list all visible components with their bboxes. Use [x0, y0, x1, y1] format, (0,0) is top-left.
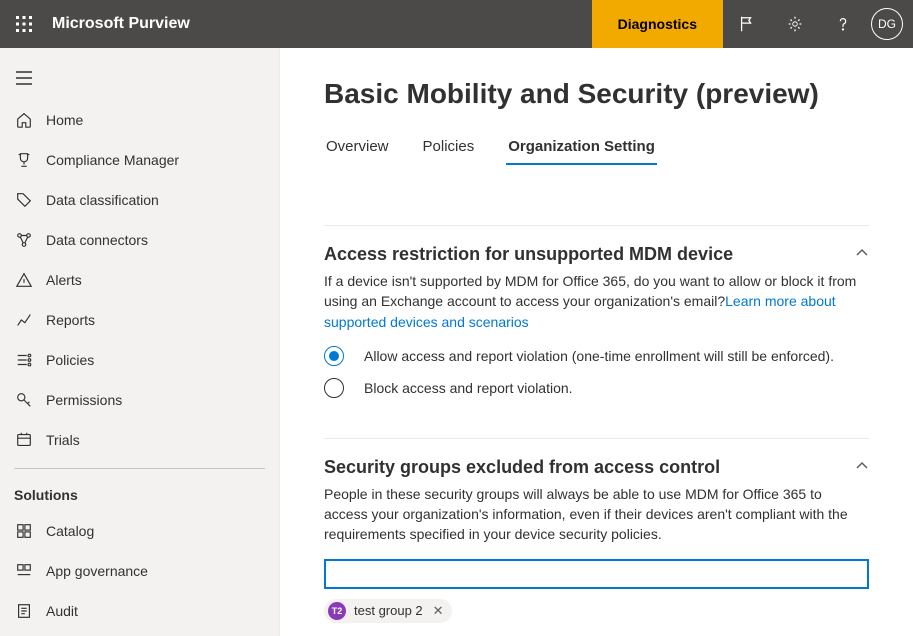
group-search-input[interactable]	[324, 559, 869, 589]
brand-name: Microsoft Purview	[52, 15, 190, 33]
radio-button[interactable]	[324, 346, 344, 366]
gear-icon[interactable]	[771, 0, 819, 48]
page-title: Basic Mobility and Security (preview)	[324, 78, 869, 110]
selected-tags: T2 test group 2 ✕	[324, 599, 869, 623]
radio-option-block[interactable]: Block access and report violation.	[324, 378, 869, 398]
catalog-icon	[14, 521, 34, 541]
sidebar-item-app-governance[interactable]: App governance	[0, 551, 279, 591]
main-content: Basic Mobility and Security (preview) Ov…	[280, 48, 913, 636]
sidebar-item-label: App governance	[46, 563, 148, 579]
sidebar-item-data-connectors[interactable]: Data connectors	[0, 220, 279, 260]
sidebar-heading-solutions: Solutions	[0, 477, 279, 511]
key-icon	[14, 390, 34, 410]
tag-label: test group 2	[354, 603, 423, 618]
sidebar-item-label: Data connectors	[46, 232, 148, 248]
trials-icon	[14, 430, 34, 450]
sidebar-item-label: Alerts	[46, 272, 82, 288]
sidebar-item-label: Compliance Manager	[46, 152, 179, 168]
flag-icon[interactable]	[723, 0, 771, 48]
chevron-up-icon[interactable]	[855, 246, 869, 263]
sidebar-item-reports[interactable]: Reports	[0, 300, 279, 340]
app-governance-icon	[14, 561, 34, 581]
sidebar-item-policies[interactable]: Policies	[0, 340, 279, 380]
avatar[interactable]: DG	[871, 8, 903, 40]
chevron-up-icon[interactable]	[855, 459, 869, 476]
sidebar-item-label: Trials	[46, 432, 80, 448]
radio-label: Block access and report violation.	[364, 380, 573, 396]
sidebar-item-catalog[interactable]: Catalog	[0, 511, 279, 551]
hamburger-icon[interactable]	[0, 56, 279, 100]
sidebar-item-audit[interactable]: Audit	[0, 591, 279, 631]
sidebar-item-label: Policies	[46, 352, 94, 368]
connectors-icon	[14, 230, 34, 250]
section-excluded-groups: Security groups excluded from access con…	[324, 438, 869, 623]
group-tag: T2 test group 2 ✕	[324, 599, 452, 623]
sidebar-item-label: Permissions	[46, 392, 122, 408]
sidebar-item-label: Audit	[46, 603, 78, 619]
section-access-restriction: Access restriction for unsupported MDM d…	[324, 225, 869, 398]
tag-icon	[14, 190, 34, 210]
sidebar-item-label: Reports	[46, 312, 95, 328]
top-bar: Microsoft Purview Diagnostics DG	[0, 0, 913, 48]
help-icon[interactable]	[819, 0, 867, 48]
radio-button[interactable]	[324, 378, 344, 398]
section-description: If a device isn't supported by MDM for O…	[324, 271, 869, 332]
tab-policies[interactable]: Policies	[421, 132, 477, 165]
tab-overview[interactable]: Overview	[324, 132, 391, 165]
sidebar-divider	[14, 468, 265, 469]
tab-organization-setting[interactable]: Organization Setting	[506, 132, 657, 165]
tag-badge: T2	[328, 602, 346, 620]
sidebar-item-home[interactable]: Home	[0, 100, 279, 140]
alert-icon	[14, 270, 34, 290]
sidebar-item-label: Catalog	[46, 523, 94, 539]
tabs: Overview Policies Organization Setting	[324, 132, 869, 165]
sidebar-item-permissions[interactable]: Permissions	[0, 380, 279, 420]
radio-label: Allow access and report violation (one-t…	[364, 348, 834, 364]
diagnostics-button[interactable]: Diagnostics	[592, 0, 723, 48]
home-icon	[14, 110, 34, 130]
section-title: Access restriction for unsupported MDM d…	[324, 244, 733, 265]
trophy-icon	[14, 150, 34, 170]
sidebar-item-compliance-manager[interactable]: Compliance Manager	[0, 140, 279, 180]
section-description: People in these security groups will alw…	[324, 484, 869, 545]
sidebar: Home Compliance Manager Data classificat…	[0, 48, 280, 636]
section-title: Security groups excluded from access con…	[324, 457, 720, 478]
sidebar-item-trials[interactable]: Trials	[0, 420, 279, 460]
sidebar-item-data-classification[interactable]: Data classification	[0, 180, 279, 220]
close-icon[interactable]: ✕	[433, 603, 444, 619]
sidebar-item-label: Data classification	[46, 192, 159, 208]
policies-icon	[14, 350, 34, 370]
reports-icon	[14, 310, 34, 330]
radio-option-allow[interactable]: Allow access and report violation (one-t…	[324, 346, 869, 366]
audit-icon	[14, 601, 34, 621]
sidebar-item-label: Home	[46, 112, 83, 128]
sidebar-item-alerts[interactable]: Alerts	[0, 260, 279, 300]
app-launcher-icon[interactable]	[0, 0, 48, 48]
